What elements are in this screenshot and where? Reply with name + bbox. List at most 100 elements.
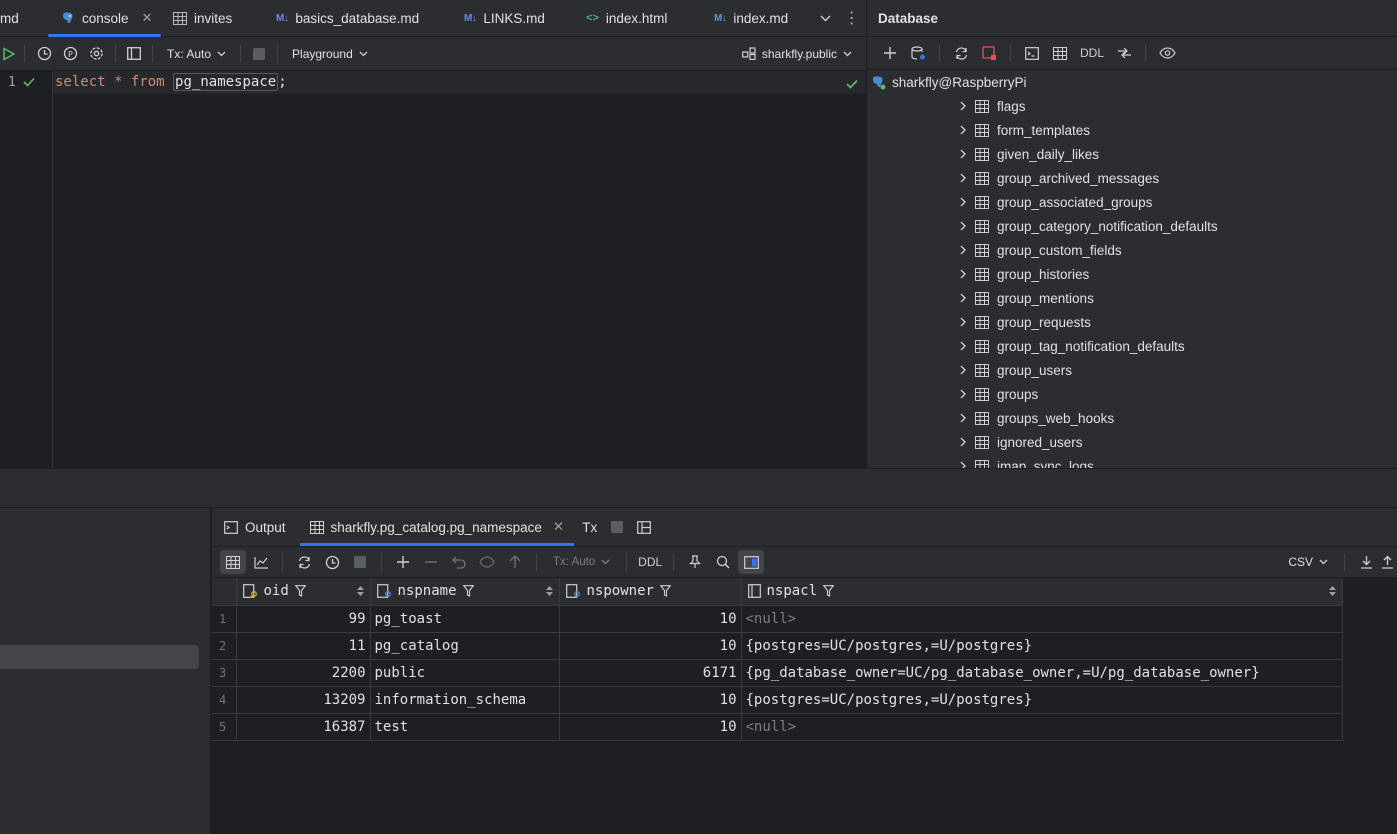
tree-table-node[interactable]: group_requests xyxy=(867,310,1397,334)
tab-links[interactable]: M↓ LINKS.md xyxy=(464,0,545,36)
download-icon[interactable] xyxy=(1353,550,1379,574)
chevron-right-icon[interactable] xyxy=(959,317,967,327)
tab-index-html[interactable]: <> index.html xyxy=(586,0,667,36)
cell-nspowner[interactable]: 10 xyxy=(559,686,742,714)
tree-table-node[interactable]: groups xyxy=(867,382,1397,406)
chevron-right-icon[interactable] xyxy=(959,125,967,135)
cell-nspname[interactable]: information_schema xyxy=(370,686,560,714)
search-icon[interactable] xyxy=(710,550,736,574)
tree-table-node[interactable]: group_users xyxy=(867,358,1397,382)
column-header-nspacl[interactable]: nspacl xyxy=(741,578,1343,606)
table-row[interactable]: 3 2200 public 6171 {pg_database_owner=UC/pg_… xyxy=(212,659,1343,687)
chevron-down-icon[interactable] xyxy=(820,15,831,22)
cell-nspowner[interactable]: 10 xyxy=(559,713,742,741)
code-line[interactable]: select * from pg_namespace; xyxy=(55,73,287,91)
tab-console[interactable]: console ✕ xyxy=(48,0,161,37)
cell-oid[interactable]: 11 xyxy=(236,632,371,660)
cell-oid[interactable]: 2200 xyxy=(236,659,371,687)
tab-md[interactable]: md xyxy=(0,0,19,36)
run-icon[interactable] xyxy=(0,41,18,67)
chevron-right-icon[interactable] xyxy=(959,221,967,231)
tree-table-node[interactable]: group_associated_groups xyxy=(867,190,1397,214)
tree-root-datasource[interactable]: sharkfly@RaspberryPi xyxy=(867,70,1397,94)
chevron-right-icon[interactable] xyxy=(959,197,967,207)
chevron-right-icon[interactable] xyxy=(959,149,967,159)
disconnect-icon[interactable] xyxy=(976,40,1002,66)
ddl-button[interactable]: DDL xyxy=(1075,40,1109,66)
tree-table-node[interactable]: imap_sync_logs xyxy=(867,454,1397,468)
tree-table-node[interactable]: ignored_users xyxy=(867,430,1397,454)
tx-button[interactable]: Tx xyxy=(576,508,603,546)
column-header-nspowner[interactable]: nspowner xyxy=(559,578,742,606)
filter-icon[interactable] xyxy=(462,585,474,598)
cell-nspowner[interactable]: 10 xyxy=(559,632,742,660)
column-header-nspname[interactable]: nspname xyxy=(370,578,560,606)
eye-icon[interactable] xyxy=(1154,40,1180,66)
ddl-button[interactable]: DDL xyxy=(635,550,665,574)
chevron-right-icon[interactable] xyxy=(959,293,967,303)
tree-table-node[interactable]: groups_web_hooks xyxy=(867,406,1397,430)
tx-mode-dropdown[interactable]: Tx: Auto xyxy=(159,47,234,61)
sql-editor[interactable]: 1 select * from pg_namespace; xyxy=(0,71,866,468)
stop-icon[interactable] xyxy=(247,41,271,67)
tree-table-node[interactable]: flags xyxy=(867,94,1397,118)
cell-oid[interactable]: 99 xyxy=(236,605,371,633)
cell-nspacl[interactable]: {postgres=UC/postgres,=U/postgres} xyxy=(741,686,1343,714)
cell-oid[interactable]: 13209 xyxy=(236,686,371,714)
table-view-icon[interactable] xyxy=(220,550,246,574)
cell-nspowner[interactable]: 6171 xyxy=(559,659,742,687)
tab-basics-database[interactable]: M↓ basics_database.md xyxy=(276,0,419,36)
table-row[interactable]: 5 16387 test 10 <null> xyxy=(212,713,1343,741)
filter-icon[interactable] xyxy=(659,585,671,598)
pin-parameters-icon[interactable]: P xyxy=(57,41,83,67)
table-icon[interactable] xyxy=(1047,40,1073,66)
sort-icon[interactable] xyxy=(1328,586,1336,597)
chevron-right-icon[interactable] xyxy=(959,173,967,183)
revert-icon[interactable] xyxy=(446,550,472,574)
tab-output[interactable]: Output xyxy=(212,508,298,546)
add-row-icon[interactable] xyxy=(390,550,416,574)
playground-dropdown[interactable]: Playground xyxy=(284,47,376,61)
cell-nspname[interactable]: pg_catalog xyxy=(370,632,560,660)
close-icon[interactable]: ✕ xyxy=(142,10,153,26)
value-panel-icon[interactable] xyxy=(738,550,765,574)
chevron-right-icon[interactable] xyxy=(959,101,967,111)
filter-icon[interactable] xyxy=(823,585,835,598)
cell-nspacl[interactable]: <null> xyxy=(741,605,1343,633)
schema-selector[interactable]: sharkfly.public xyxy=(734,47,866,61)
chevron-right-icon[interactable] xyxy=(959,389,967,399)
delete-row-icon[interactable] xyxy=(418,550,444,574)
cell-nspname[interactable]: public xyxy=(370,659,560,687)
layout-icon[interactable] xyxy=(122,41,146,67)
more-vertical-icon[interactable]: ⋮ xyxy=(844,8,860,28)
tree-table-node[interactable]: group_mentions xyxy=(867,286,1397,310)
preview-changes-icon[interactable] xyxy=(474,550,500,574)
cell-nspname[interactable]: test xyxy=(370,713,560,741)
tx-mode-dropdown[interactable]: Tx: Auto xyxy=(545,556,618,568)
stop-icon[interactable] xyxy=(347,550,373,574)
chevron-right-icon[interactable] xyxy=(959,461,967,468)
selected-service-item[interactable] xyxy=(0,645,199,669)
history-icon[interactable] xyxy=(31,41,57,67)
stop-icon[interactable] xyxy=(603,508,631,546)
cell-oid[interactable]: 16387 xyxy=(236,713,371,741)
table-row[interactable]: 4 13209 information_schema 10 {postgres=UC/p… xyxy=(212,686,1343,714)
table-row[interactable]: 1 99 pg_toast 10 <null> xyxy=(212,605,1343,633)
chevron-right-icon[interactable] xyxy=(959,365,967,375)
refresh-icon[interactable] xyxy=(291,550,317,574)
submit-icon[interactable] xyxy=(502,550,528,574)
pin-icon[interactable] xyxy=(682,550,708,574)
data-source-properties-icon[interactable] xyxy=(905,40,931,66)
chevron-right-icon[interactable] xyxy=(959,413,967,423)
chevron-right-icon[interactable] xyxy=(959,269,967,279)
cell-nspacl[interactable]: {pg_database_owner=UC/pg_database_owner,… xyxy=(741,659,1343,687)
tree-table-node[interactable]: group_archived_messages xyxy=(867,166,1397,190)
tree-table-node[interactable]: group_histories xyxy=(867,262,1397,286)
console-icon[interactable] xyxy=(1019,40,1045,66)
chevron-right-icon[interactable] xyxy=(959,437,967,447)
result-grid[interactable]: oid nspname nspowner nspacl 1 99 pg_toas… xyxy=(212,578,1343,741)
sort-icon[interactable] xyxy=(545,586,553,597)
tree-table-node[interactable]: group_category_notification_defaults xyxy=(867,214,1397,238)
cell-nspacl[interactable]: <null> xyxy=(741,713,1343,741)
chevron-right-icon[interactable] xyxy=(959,341,967,351)
